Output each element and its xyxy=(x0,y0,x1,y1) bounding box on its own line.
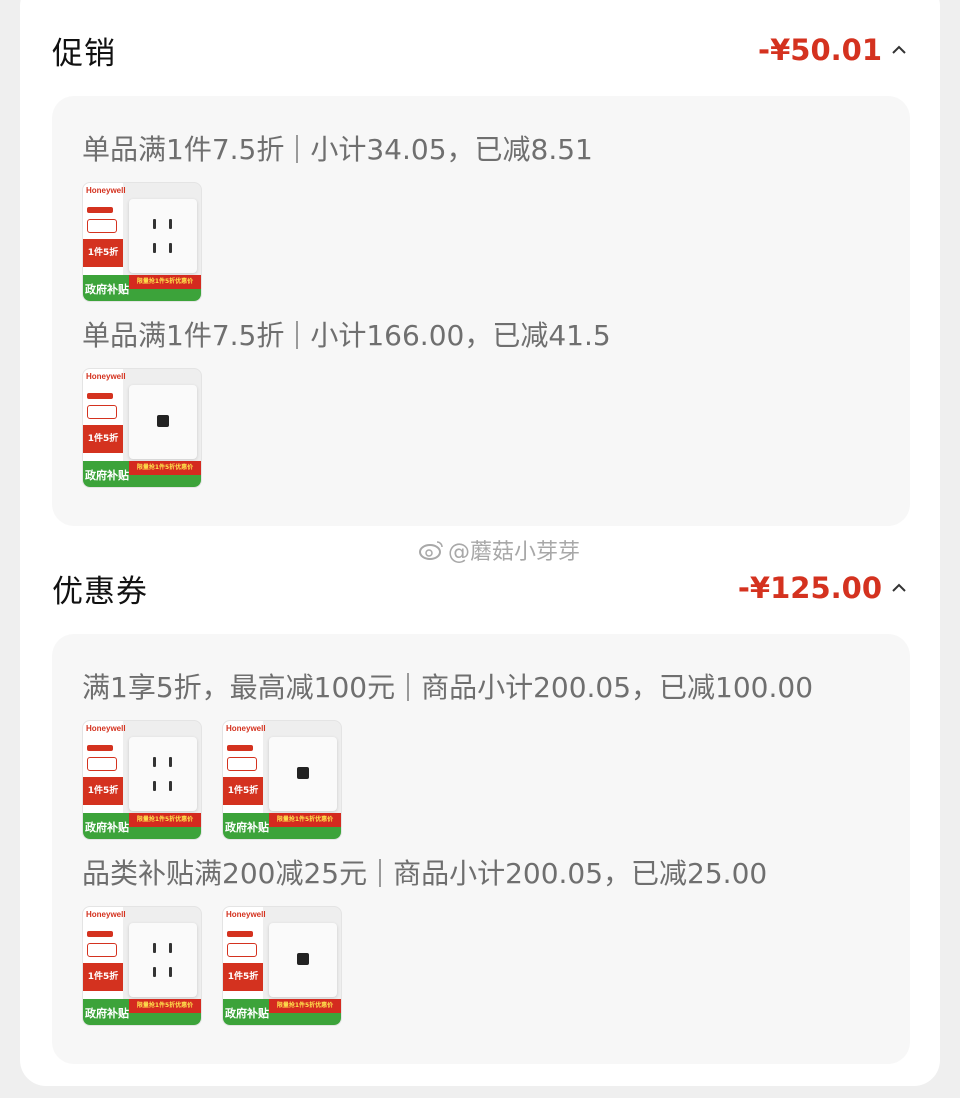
rule-subtotal: 商品小计200.05，已减100.00 xyxy=(421,671,814,704)
brand-logo: Honeywell xyxy=(86,724,126,733)
rule-subtotal: 小计34.05，已减8.51 xyxy=(310,133,593,166)
promo-banner: 限量抢1件5折优惠价 xyxy=(129,275,201,289)
divider xyxy=(407,673,410,701)
discount-badge: 1件5折 xyxy=(83,239,123,267)
rule-label: 单品满1件7.5折 xyxy=(82,319,285,352)
weibo-icon xyxy=(419,541,443,560)
discount-badge: 1件5折 xyxy=(223,963,263,991)
promo-rule-1-products: Honeywell 1件5折 限量抢1件5折优惠价 政府补贴 xyxy=(82,182,202,302)
divider xyxy=(296,135,299,163)
product-thumbnail[interactable]: Honeywell 1件5折 限量抢1件5折优惠价 政府补贴 xyxy=(82,182,202,302)
promo-banner: 限量抢1件5折优惠价 xyxy=(129,999,201,1013)
promo-rule-2: 单品满1件7.5折 小计166.00，已减41.5 xyxy=(82,314,611,354)
gov-subsidy-label: 政府补贴 xyxy=(85,821,129,834)
promo-panel: 单品满1件7.5折 小计34.05，已减8.51 Honeywell 1件5折 限… xyxy=(52,96,910,526)
product-thumbnail[interactable]: Honeywell 1件5折 限量抢1件5折优惠价 政府补贴 xyxy=(82,368,202,488)
gov-subsidy-label: 政府补贴 xyxy=(85,283,129,296)
rule-subtotal: 商品小计200.05，已减25.00 xyxy=(393,857,768,890)
network-socket-icon xyxy=(129,385,197,459)
gov-subsidy-label: 政府补贴 xyxy=(85,1007,129,1020)
gov-subsidy-label: 政府补贴 xyxy=(225,1007,269,1020)
promo-rule-1: 单品满1件7.5折 小计34.05，已减8.51 xyxy=(82,128,593,168)
rule-subtotal: 小计166.00，已减41.5 xyxy=(310,319,611,352)
product-thumbnail[interactable]: Honeywell 1件5折 限量抢1件5折优惠价 政府补贴 xyxy=(82,720,202,840)
coupon-amount: -¥125.00 xyxy=(737,571,882,605)
discount-badge: 1件5折 xyxy=(83,963,123,991)
gov-subsidy-label: 政府补贴 xyxy=(225,821,269,834)
chevron-up-icon[interactable] xyxy=(890,41,908,59)
divider xyxy=(296,321,299,349)
coupon-amount-toggle[interactable]: -¥125.00 xyxy=(738,571,908,605)
promo-banner: 限量抢1件5折优惠价 xyxy=(269,813,341,827)
rule-label: 品类补贴满200减25元 xyxy=(82,857,368,890)
product-thumbnail[interactable]: Honeywell 1件5折 限量抢1件5折优惠价 政府补贴 xyxy=(82,906,202,1026)
coupon-panel: 满1享5折，最高减100元 商品小计200.05，已减100.00 Honeywe… xyxy=(52,634,910,1064)
watermark: @蘑菇小芽芽 xyxy=(418,534,580,566)
product-thumbnail[interactable]: Honeywell 1件5折 限量抢1件5折优惠价 政府补贴 xyxy=(222,720,342,840)
product-thumbnail[interactable]: Honeywell 1件5折 限量抢1件5折优惠价 政府补贴 xyxy=(222,906,342,1026)
network-socket-icon xyxy=(269,923,337,997)
brand-logo: Honeywell xyxy=(86,186,126,195)
network-socket-icon xyxy=(269,737,337,811)
promo-amount-toggle[interactable]: -¥50.01 xyxy=(758,33,908,67)
outlet-socket-icon xyxy=(129,923,197,997)
coupon-rule-1: 满1享5折，最高减100元 商品小计200.05，已减100.00 xyxy=(82,666,813,706)
gov-subsidy-label: 政府补贴 xyxy=(85,469,129,482)
promo-rule-2-products: Honeywell 1件5折 限量抢1件5折优惠价 政府补贴 xyxy=(82,368,202,488)
promo-banner: 限量抢1件5折优惠价 xyxy=(269,999,341,1013)
brand-logo: Honeywell xyxy=(226,910,266,919)
coupon-rule-2: 品类补贴满200减25元 商品小计200.05，已减25.00 xyxy=(82,852,767,892)
brand-logo: Honeywell xyxy=(86,910,126,919)
coupon-section-header[interactable]: 优惠券 -¥125.00 xyxy=(52,563,908,613)
coupon-rule-1-products: Honeywell 1件5折 限量抢1件5折优惠价 政府补贴 Honeywell… xyxy=(82,720,342,840)
chevron-up-icon[interactable] xyxy=(890,579,908,597)
promo-banner: 限量抢1件5折优惠价 xyxy=(129,813,201,827)
watermark-text: @蘑菇小芽芽 xyxy=(448,540,581,565)
coupon-title: 优惠券 xyxy=(52,573,148,610)
discount-badge: 1件5折 xyxy=(83,777,123,805)
promo-title: 促销 xyxy=(52,35,116,72)
promo-amount: -¥50.01 xyxy=(758,33,882,67)
promo-banner: 限量抢1件5折优惠价 xyxy=(129,461,201,475)
outlet-socket-icon xyxy=(129,737,197,811)
promo-section-header[interactable]: 促销 -¥50.01 xyxy=(52,25,908,75)
rule-label: 满1享5折，最高减100元 xyxy=(82,671,396,704)
brand-logo: Honeywell xyxy=(226,724,266,733)
discount-badge: 1件5折 xyxy=(223,777,263,805)
coupon-rule-2-products: Honeywell 1件5折 限量抢1件5折优惠价 政府补贴 Honeywell… xyxy=(82,906,342,1026)
brand-logo: Honeywell xyxy=(86,372,126,381)
outlet-socket-icon xyxy=(129,199,197,273)
rule-label: 单品满1件7.5折 xyxy=(82,133,285,166)
discount-badge: 1件5折 xyxy=(83,425,123,453)
divider xyxy=(379,859,382,887)
